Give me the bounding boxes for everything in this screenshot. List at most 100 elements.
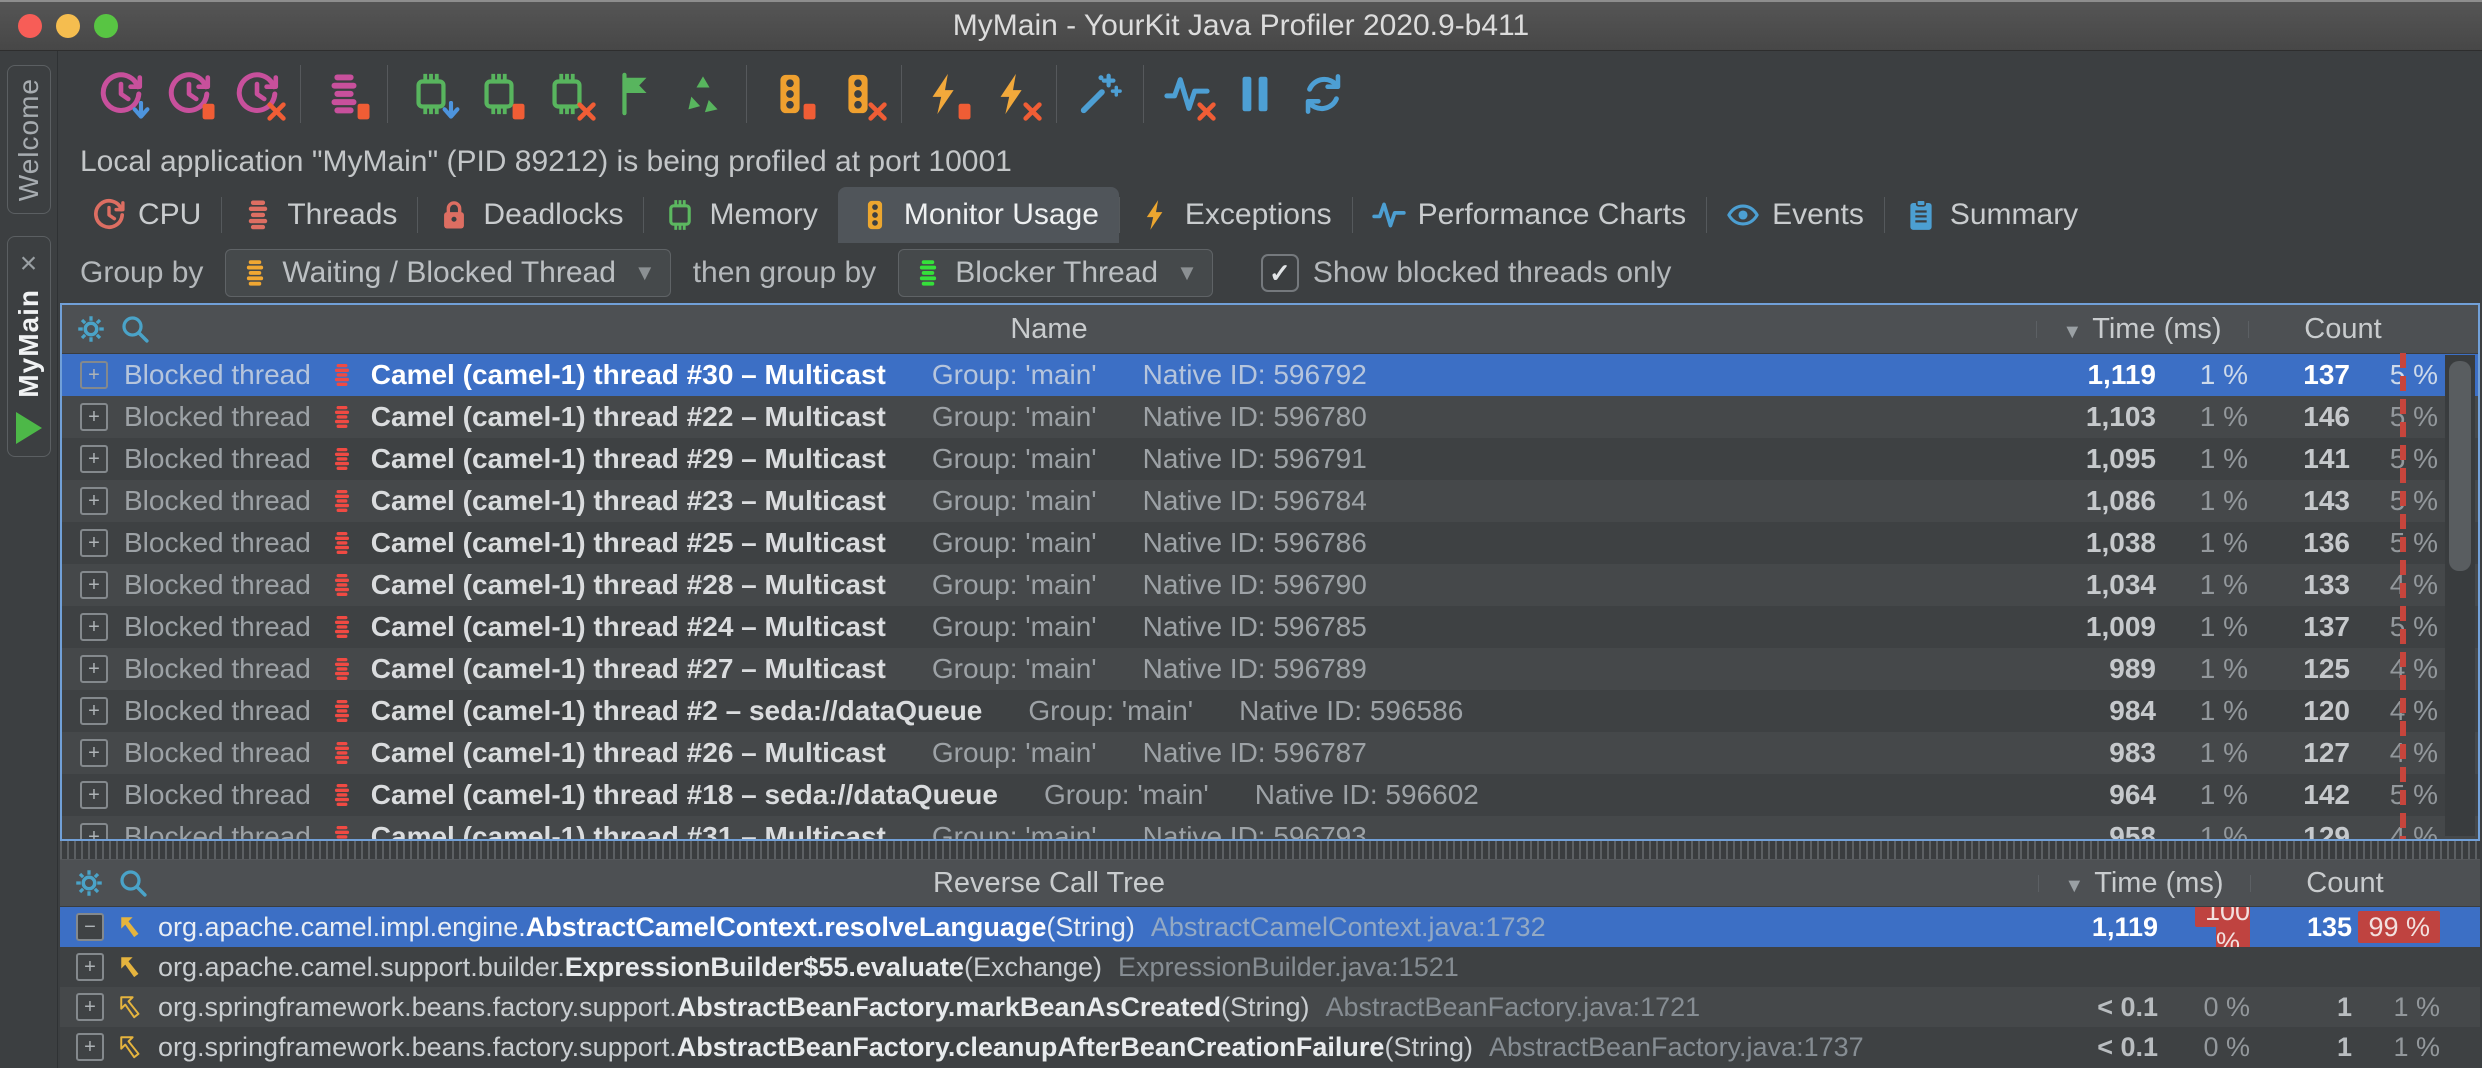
column-header-count[interactable]: Count — [2250, 867, 2440, 900]
show-blocked-checkbox[interactable]: ✓ — [1261, 254, 1299, 292]
scrollbar-thumb[interactable] — [2449, 361, 2471, 571]
expand-icon[interactable]: + — [80, 697, 108, 725]
expand-icon[interactable]: + — [80, 739, 108, 767]
time-value: 964 — [2036, 779, 2156, 811]
tab-monitor-usage[interactable]: Monitor Usage — [838, 187, 1119, 243]
thread-name: Camel (camel-1) thread #29 – Multicast — [371, 443, 886, 475]
app-window: MyMain - YourKit Java Profiler 2020.9-b4… — [0, 0, 2482, 1068]
call-tree-row[interactable]: +org.springframework.beans.factory.suppo… — [60, 987, 2480, 1027]
force-gc-icon[interactable] — [680, 71, 726, 117]
count-percent: 4 % — [2350, 737, 2438, 769]
tab-cpu[interactable]: CPU — [72, 187, 221, 243]
flag-icon[interactable] — [612, 71, 658, 117]
thread-row[interactable]: +Blocked threadCamel (camel-1) thread #2… — [62, 606, 2478, 648]
expand-icon[interactable]: + — [80, 529, 108, 557]
tab-performance-charts[interactable]: Performance Charts — [1352, 187, 1706, 243]
pause-icon[interactable] — [1232, 71, 1278, 117]
monitor-profiling-icon[interactable] — [767, 71, 813, 117]
expand-icon[interactable]: + — [76, 993, 104, 1021]
thread-row[interactable]: +Blocked threadCamel (camel-1) thread #2… — [62, 396, 2478, 438]
show-blocked-checkbox-wrap[interactable]: ✓ Show blocked threads only — [1261, 254, 1672, 292]
thread-group: Group: 'main' — [932, 359, 1097, 391]
square-badge-icon — [799, 101, 821, 123]
thread-row[interactable]: +Blocked threadCamel (camel-1) thread #2… — [62, 522, 2478, 564]
thread-group: Group: 'main' — [932, 569, 1097, 601]
search-icon[interactable] — [120, 314, 150, 344]
column-header-count[interactable]: Count — [2248, 313, 2438, 346]
row-kind-label: Blocked thread — [124, 695, 311, 727]
inspections-wand-icon[interactable] — [1077, 71, 1123, 117]
call-tree-row[interactable]: −org.apache.camel.impl.engine.AbstractCa… — [60, 907, 2480, 947]
thread-row[interactable]: +Blocked threadCamel (camel-1) thread #2… — [62, 564, 2478, 606]
refresh-icon[interactable] — [1300, 71, 1346, 117]
search-icon[interactable] — [118, 868, 148, 898]
gear-icon[interactable] — [76, 314, 106, 344]
thread-group: Group: 'main' — [932, 653, 1097, 685]
thread-row[interactable]: +Blocked threadCamel (camel-1) thread #2… — [62, 690, 2478, 732]
exception-profiling-icon[interactable] — [922, 71, 968, 117]
start-cpu-profiling-icon[interactable] — [98, 71, 144, 117]
tab-memory[interactable]: Memory — [643, 187, 837, 243]
cpu-tab-icon — [92, 198, 126, 232]
tab-label: Exceptions — [1185, 198, 1332, 232]
sidebar-tab-welcome[interactable]: Welcome — [7, 65, 51, 214]
expand-icon[interactable]: + — [80, 445, 108, 473]
expand-icon[interactable]: + — [80, 781, 108, 809]
time-value: < 0.1 — [2038, 992, 2158, 1023]
panel-splitter[interactable] — [60, 841, 2480, 859]
thread-row[interactable]: +Blocked threadCamel (camel-1) thread #2… — [62, 648, 2478, 690]
sidebar-tab-mymain[interactable]: × MyMain — [7, 236, 51, 457]
thread-row[interactable]: +Blocked threadCamel (camel-1) thread #2… — [62, 480, 2478, 522]
expand-icon[interactable]: − — [76, 913, 104, 941]
column-header-call-tree[interactable]: Reverse Call Tree — [60, 867, 2038, 900]
clear-memory-data-icon[interactable] — [544, 71, 590, 117]
expand-icon[interactable]: + — [80, 655, 108, 683]
thread-native-id: Native ID: 596784 — [1143, 485, 1367, 517]
count-value: 143 — [2248, 485, 2350, 517]
start-memory-profiling-icon[interactable] — [408, 71, 454, 117]
tab-threads[interactable]: Threads — [221, 187, 417, 243]
thread-telemetry-icon[interactable] — [321, 71, 367, 117]
expand-icon[interactable]: + — [80, 487, 108, 515]
row-kind-label: Blocked thread — [124, 737, 311, 769]
vertical-scrollbar[interactable] — [2445, 355, 2475, 836]
column-header-time[interactable]: ▼Time (ms) — [2038, 867, 2250, 900]
thread-native-id: Native ID: 596586 — [1239, 695, 1463, 727]
thread-row[interactable]: +Blocked threadCamel (camel-1) thread #2… — [62, 732, 2478, 774]
call-tree-row[interactable]: +org.springframework.beans.factory.suppo… — [60, 1027, 2480, 1067]
clear-cpu-data-icon[interactable] — [234, 71, 280, 117]
expand-icon[interactable]: + — [76, 953, 104, 981]
waiting-thread-icon — [240, 258, 270, 288]
stop-cpu-profiling-icon[interactable] — [166, 71, 212, 117]
stop-memory-profiling-icon[interactable] — [476, 71, 522, 117]
tab-deadlocks[interactable]: Deadlocks — [417, 187, 643, 243]
group-by-dropdown[interactable]: Waiting / Blocked Thread ▼ — [225, 249, 670, 297]
expand-icon[interactable]: + — [80, 361, 108, 389]
gear-icon[interactable] — [74, 868, 104, 898]
expand-icon[interactable]: + — [80, 823, 108, 839]
clear-monitor-data-icon[interactable] — [835, 71, 881, 117]
column-header-time[interactable]: ▼Time (ms) — [2036, 313, 2248, 346]
count-percent: 4 % — [2350, 821, 2438, 839]
thread-row[interactable]: +Blocked threadCamel (camel-1) thread #3… — [62, 816, 2478, 839]
tab-summary[interactable]: Summary — [1884, 187, 2098, 243]
clear-telemetry-icon[interactable] — [1164, 71, 1210, 117]
expand-icon[interactable]: + — [80, 571, 108, 599]
time-value: 1,103 — [2036, 401, 2156, 433]
thread-row[interactable]: +Blocked threadCamel (camel-1) thread #1… — [62, 774, 2478, 816]
column-header-name[interactable]: Name — [62, 313, 2036, 346]
down-badge-icon — [130, 101, 152, 123]
call-tree-row[interactable]: +org.apache.camel.support.builder.Expres… — [60, 947, 2480, 987]
clear-exception-data-icon[interactable] — [990, 71, 1036, 117]
expand-icon[interactable]: + — [80, 613, 108, 641]
then-group-by-dropdown[interactable]: Blocker Thread ▼ — [898, 249, 1213, 297]
thread-row[interactable]: +Blocked threadCamel (camel-1) thread #3… — [62, 354, 2478, 396]
tab-exceptions[interactable]: Exceptions — [1119, 187, 1352, 243]
tab-events[interactable]: Events — [1706, 187, 1884, 243]
close-session-icon[interactable]: × — [20, 249, 38, 279]
expand-icon[interactable]: + — [80, 403, 108, 431]
thread-row[interactable]: +Blocked threadCamel (camel-1) thread #2… — [62, 438, 2478, 480]
view-tab-bar: CPUThreadsDeadlocksMemoryMonitor Usage Ex… — [58, 187, 2482, 243]
expand-icon[interactable]: + — [76, 1033, 104, 1061]
blocked-thread-icon — [329, 698, 355, 724]
